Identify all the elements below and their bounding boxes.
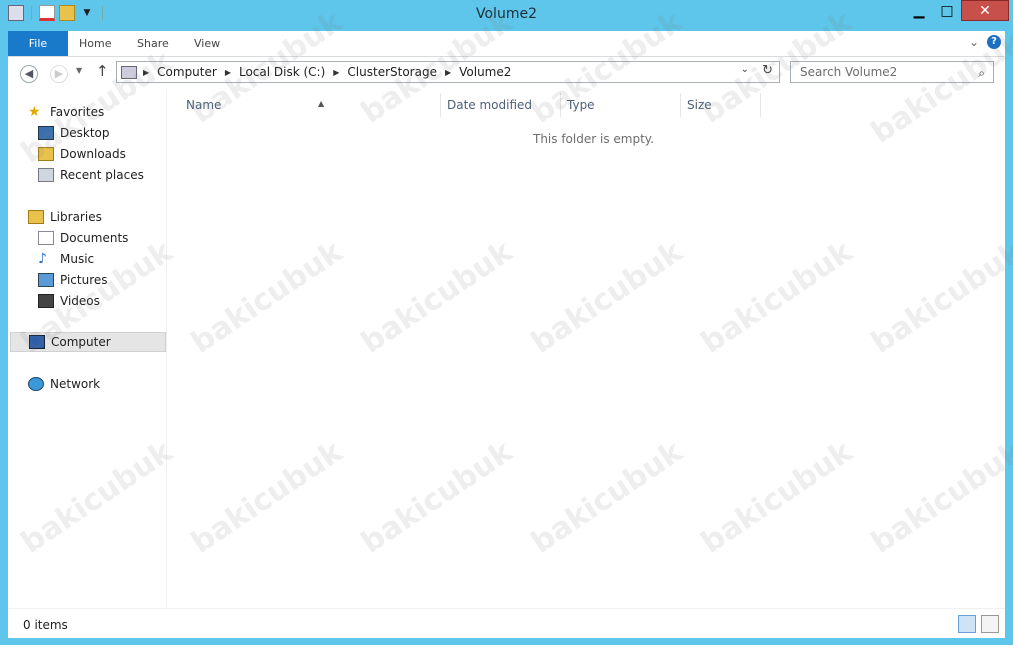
computer-location-icon xyxy=(121,65,137,79)
content-area: ★ Favorites Desktop Downloads Recent pla… xyxy=(8,90,1005,608)
column-header-name[interactable]: ▲ Name xyxy=(180,93,441,117)
close-button[interactable]: ✕ xyxy=(961,0,1009,21)
nav-item-libraries[interactable]: Libraries xyxy=(28,207,102,227)
libraries-icon xyxy=(28,210,44,224)
column-header-type[interactable]: Type xyxy=(561,93,681,117)
nav-label: Documents xyxy=(60,231,129,245)
window-title: Volume2 xyxy=(476,6,537,22)
breadcrumb-item[interactable]: ▶ ClusterStorage xyxy=(333,65,437,79)
navigation-bar: ◀ ▶ ▼ ↑ ▶ Computer ▶ Local Disk (C:) ▶ Clus… xyxy=(8,57,1005,90)
nav-label: Music xyxy=(60,252,95,266)
empty-folder-message: This folder is empty. xyxy=(533,132,654,146)
nav-label: Recent places xyxy=(60,168,144,182)
item-count: 0 items xyxy=(23,618,68,632)
breadcrumb-label: Local Disk (C:) xyxy=(238,65,326,79)
column-label: Name xyxy=(186,98,222,112)
tab-file[interactable]: File xyxy=(8,31,68,56)
tab-home[interactable]: Home xyxy=(66,31,124,56)
music-icon: ♪ xyxy=(38,251,47,267)
nav-item-computer[interactable]: Computer xyxy=(10,332,166,352)
videos-icon xyxy=(38,294,54,308)
network-icon xyxy=(28,377,44,391)
help-icon[interactable]: ? xyxy=(987,35,1001,49)
search-input[interactable]: Search Volume2 ⌕ xyxy=(790,61,994,83)
nav-label: Favorites xyxy=(50,105,105,119)
up-icon[interactable]: ↑ xyxy=(96,62,109,80)
ribbon: File Home Share View ⌄ ? xyxy=(8,31,1005,57)
nav-label: Libraries xyxy=(50,210,102,224)
breadcrumb-item[interactable]: ▶ Local Disk (C:) xyxy=(225,65,325,79)
tab-view[interactable]: View xyxy=(181,31,233,56)
explorer-window: ▼ Volume2 ▁ □ ✕ File Home Share View ⌄ ?… xyxy=(0,0,1013,645)
nav-item-downloads[interactable]: Downloads xyxy=(38,144,126,164)
nav-item-recent-places[interactable]: Recent places xyxy=(38,165,144,185)
breadcrumb-label: Computer xyxy=(157,65,217,79)
star-icon: ★ xyxy=(28,104,41,120)
back-button[interactable]: ◀ xyxy=(20,65,38,83)
sort-ascending-icon: ▲ xyxy=(318,99,325,108)
search-placeholder: Search Volume2 xyxy=(800,65,898,79)
nav-label: Pictures xyxy=(60,273,108,287)
column-header-size[interactable]: Size xyxy=(681,93,761,117)
nav-label: Desktop xyxy=(60,126,110,140)
computer-icon xyxy=(29,335,45,349)
refresh-icon[interactable]: ↻ xyxy=(762,63,773,78)
nav-label: Computer xyxy=(51,335,111,349)
nav-item-documents[interactable]: Documents xyxy=(38,228,128,248)
pictures-icon xyxy=(38,273,54,287)
minimize-button[interactable]: ▁ xyxy=(905,0,933,21)
breadcrumb-item[interactable]: ▶ Volume2 xyxy=(445,65,511,79)
expand-ribbon-icon[interactable]: ⌄ xyxy=(969,35,979,49)
address-box[interactable]: ▶ Computer ▶ Local Disk (C:) ▶ ClusterStora… xyxy=(116,61,780,83)
recent-places-icon xyxy=(38,168,54,182)
recent-locations-icon[interactable]: ▼ xyxy=(76,66,82,75)
column-header-date-modified[interactable]: Date modified xyxy=(441,93,561,117)
caption-buttons: ▁ □ ✕ xyxy=(905,0,1009,21)
downloads-icon xyxy=(38,147,54,161)
desktop-icon xyxy=(38,126,54,140)
tab-share[interactable]: Share xyxy=(124,31,182,56)
nav-item-pictures[interactable]: Pictures xyxy=(38,270,108,290)
nav-label: Network xyxy=(50,377,101,391)
column-label: Type xyxy=(567,98,595,112)
documents-icon xyxy=(38,231,54,245)
maximize-button[interactable]: □ xyxy=(933,0,961,21)
breadcrumb-label: ClusterStorage xyxy=(347,65,437,79)
column-label: Date modified xyxy=(447,98,533,112)
address-dropdown-icon[interactable]: ⌄ xyxy=(741,64,749,75)
nav-item-desktop[interactable]: Desktop xyxy=(38,123,110,143)
status-bar: 0 items xyxy=(8,608,1005,638)
column-label: Size xyxy=(687,98,712,112)
nav-item-music[interactable]: ♪ Music xyxy=(38,249,94,269)
nav-item-network[interactable]: Network xyxy=(28,374,100,394)
nav-item-videos[interactable]: Videos xyxy=(38,291,100,311)
nav-label: Videos xyxy=(60,294,100,308)
breadcrumb-label: Volume2 xyxy=(459,65,512,79)
search-icon[interactable]: ⌕ xyxy=(978,63,985,83)
ribbon-controls: ⌄ ? xyxy=(969,35,1001,49)
breadcrumb-item[interactable]: ▶ Computer xyxy=(143,65,217,79)
nav-label: Downloads xyxy=(60,147,126,161)
details-view-button[interactable] xyxy=(958,615,976,633)
nav-item-favorites[interactable]: ★ Favorites xyxy=(28,102,104,122)
large-icons-view-button[interactable] xyxy=(981,615,999,633)
title-bar[interactable]: ▼ Volume2 ▁ □ ✕ xyxy=(0,0,1013,30)
navigation-pane: ★ Favorites Desktop Downloads Recent pla… xyxy=(8,90,167,608)
forward-button[interactable]: ▶ xyxy=(50,65,68,83)
